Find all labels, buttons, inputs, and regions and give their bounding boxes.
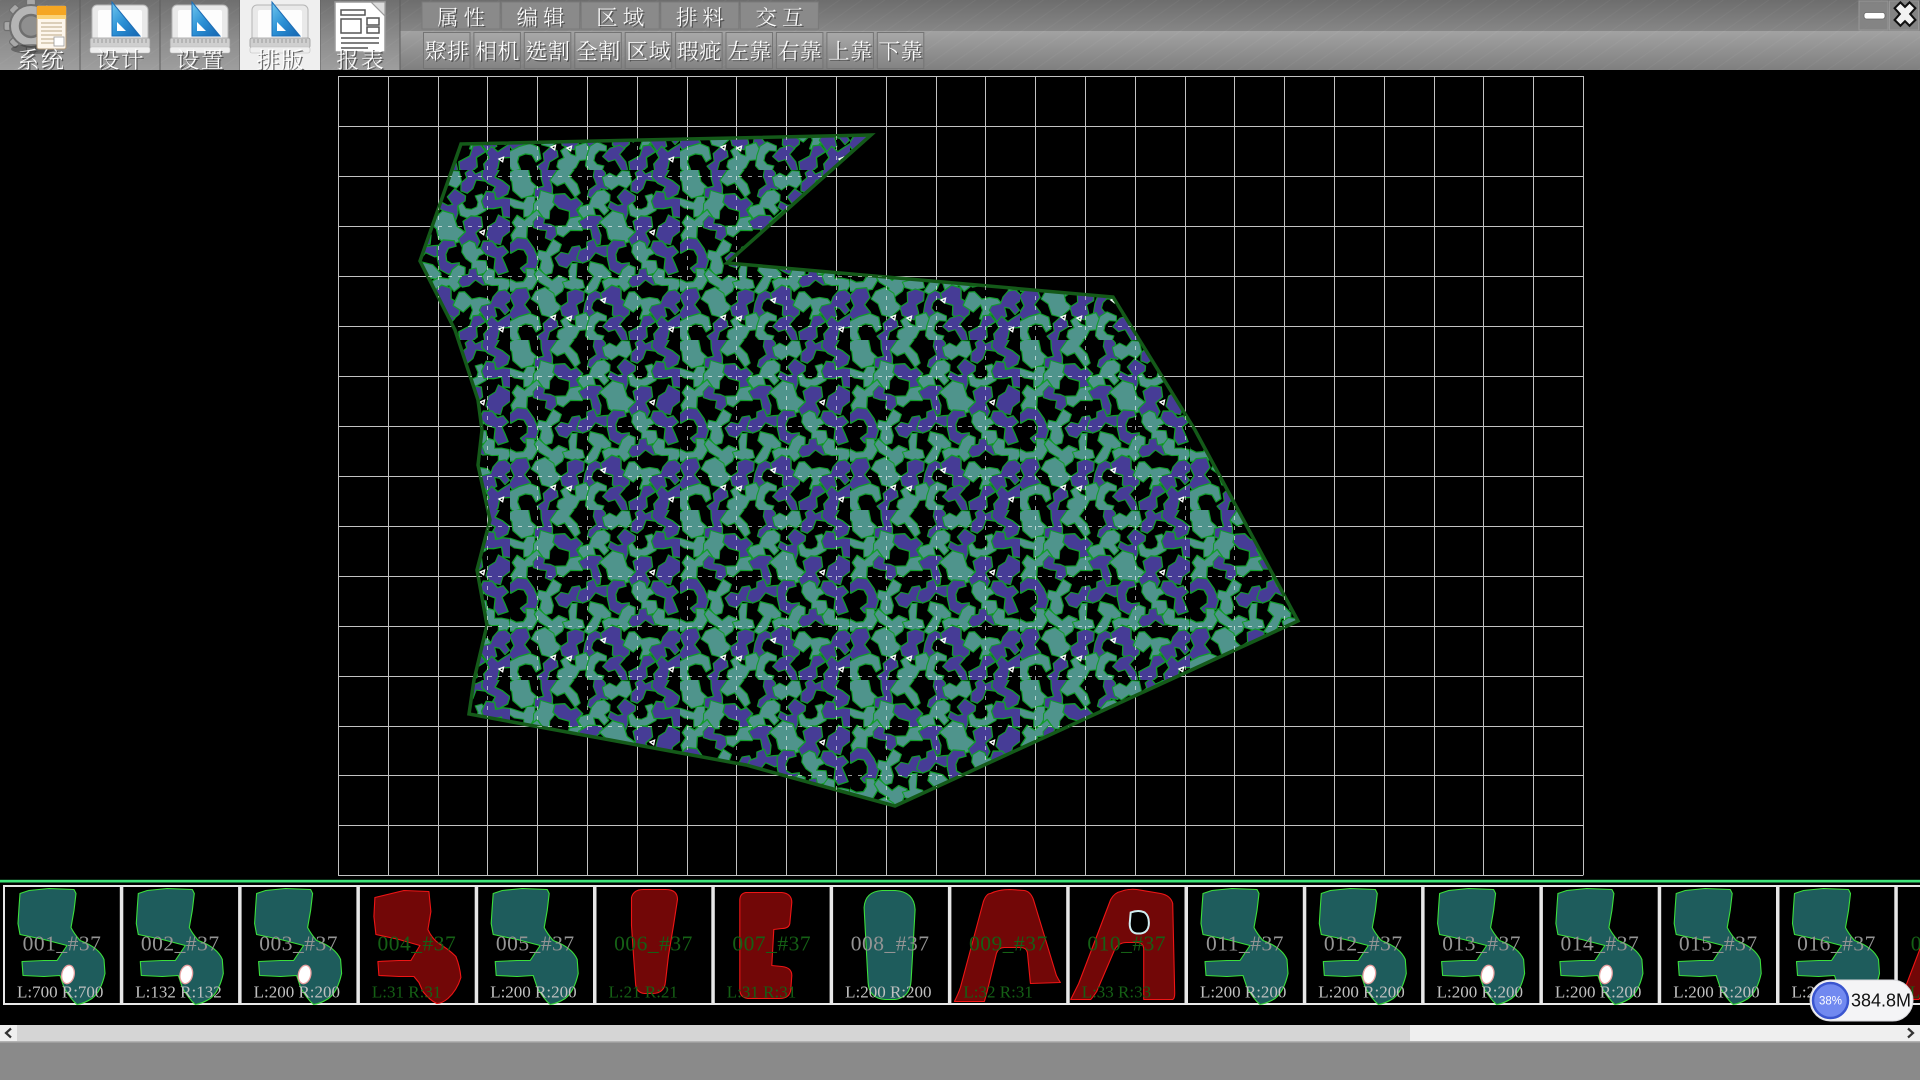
svg-text:L:32 R:31: L:32 R:31 (963, 983, 1032, 1002)
svg-text:L:21 R:21: L:21 R:21 (609, 983, 678, 1002)
svg-text:L:200 R:200: L:200 R:200 (490, 983, 576, 1002)
svg-text:004_#37: 004_#37 (378, 932, 457, 956)
svg-text:L:200 R:200: L:200 R:200 (1437, 983, 1523, 1002)
svg-text:L:31 R:31: L:31 R:31 (372, 983, 441, 1002)
svg-text:384.8M: 384.8M (1851, 991, 1911, 1011)
svg-text:001_#37: 001_#37 (23, 932, 102, 956)
svg-text:014_#37: 014_#37 (1561, 932, 1640, 956)
svg-text:L:200 R:200: L:200 R:200 (254, 983, 340, 1002)
svg-text:L:33 R:33: L:33 R:33 (1082, 983, 1151, 1002)
svg-text:L:132 R:132: L:132 R:132 (135, 983, 221, 1002)
svg-text:L:200 R:200: L:200 R:200 (845, 983, 931, 1002)
svg-text:010_#37: 010_#37 (1087, 932, 1166, 956)
svg-text:006_#37: 006_#37 (614, 932, 693, 956)
svg-text:016_#37: 016_#37 (1797, 932, 1876, 956)
svg-text:013_#37: 013_#37 (1442, 932, 1521, 956)
svg-text:007_#37: 007_#37 (732, 932, 811, 956)
svg-text:012_#37: 012_#37 (1324, 932, 1403, 956)
svg-text:L:700 R:700: L:700 R:700 (17, 983, 103, 1002)
svg-text:L:200 R:200: L:200 R:200 (1673, 983, 1759, 1002)
svg-text:009_#37: 009_#37 (969, 932, 1048, 956)
svg-text:L:200 R:200: L:200 R:200 (1318, 983, 1404, 1002)
svg-text:015_#37: 015_#37 (1679, 932, 1758, 956)
svg-text:L:200 R:200: L:200 R:200 (1555, 983, 1641, 1002)
svg-text:0: 0 (1911, 932, 1920, 956)
svg-text:008_#37: 008_#37 (851, 932, 930, 956)
svg-text:L:31 R:31: L:31 R:31 (727, 983, 796, 1002)
svg-text:002_#37: 002_#37 (141, 932, 220, 956)
svg-text:38%: 38% (1819, 996, 1842, 1008)
svg-text:011_#37: 011_#37 (1206, 932, 1284, 956)
svg-text:003_#37: 003_#37 (259, 932, 338, 956)
svg-text:005_#37: 005_#37 (496, 932, 575, 956)
svg-text:L:200 R:200: L:200 R:200 (1200, 983, 1286, 1002)
